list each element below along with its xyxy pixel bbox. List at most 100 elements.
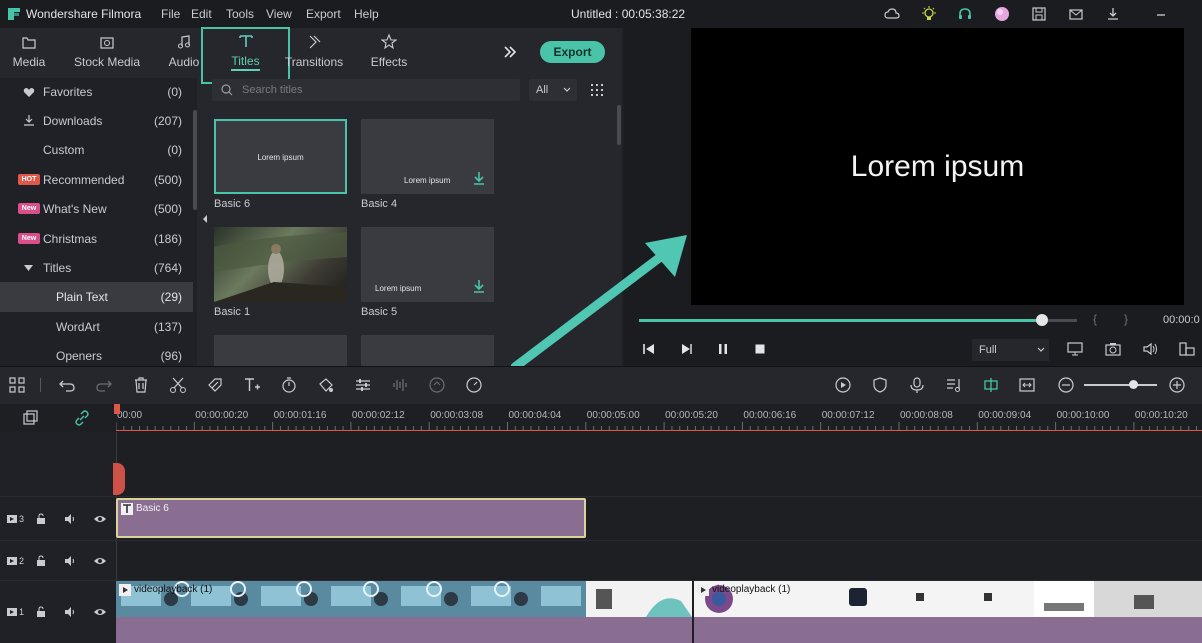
save-icon[interactable] xyxy=(1031,6,1047,22)
tag-icon[interactable] xyxy=(206,376,224,394)
double-chevron-right-icon[interactable] xyxy=(502,44,518,60)
speaker-icon[interactable] xyxy=(64,555,76,567)
audio-wave-icon[interactable] xyxy=(391,376,409,394)
sidebar-item-whats-new[interactable]: New What's New (500) xyxy=(0,195,193,223)
sidebar-item-christmas[interactable]: New Christmas (186) xyxy=(0,225,193,253)
add-track-icon[interactable] xyxy=(22,410,38,426)
speed-ramp-icon[interactable] xyxy=(465,376,483,394)
lightbulb-icon[interactable] xyxy=(921,6,937,22)
download-icon[interactable] xyxy=(1105,6,1121,22)
sidebar-scrollbar[interactable] xyxy=(193,110,197,210)
video-clip[interactable]: videoplayback (1) xyxy=(694,581,1202,643)
redo-icon[interactable] xyxy=(95,376,113,394)
headset-icon[interactable] xyxy=(957,6,973,22)
new-badge: New xyxy=(18,203,40,214)
minimize-icon[interactable] xyxy=(1153,6,1169,22)
scrubber-handle[interactable] xyxy=(1036,314,1048,326)
undo-icon[interactable] xyxy=(58,376,76,394)
sidebar-item-plain-text[interactable]: Plain Text (29) xyxy=(0,282,193,312)
mark-in-icon[interactable]: { xyxy=(1093,312,1097,326)
mail-icon[interactable] xyxy=(1068,6,1084,22)
title-thumbnail-basic-6[interactable]: Lorem ipsum xyxy=(214,119,347,194)
title-thumbnail-basic-4[interactable]: Lorem ipsum xyxy=(361,119,494,194)
title-thumbnail-partial[interactable] xyxy=(361,335,494,366)
lock-icon[interactable] xyxy=(36,555,46,567)
eye-icon[interactable] xyxy=(93,513,107,525)
mark-out-icon[interactable]: } xyxy=(1124,312,1128,326)
collapse-panel-icon[interactable] xyxy=(201,214,209,224)
shield-icon[interactable] xyxy=(871,376,889,394)
avatar[interactable] xyxy=(994,6,1010,22)
tab-audio[interactable]: Audio xyxy=(164,30,204,82)
playhead-marker[interactable] xyxy=(114,404,120,414)
camera-icon[interactable] xyxy=(1105,342,1121,356)
sidebar-item-favorites[interactable]: Favorites (0) xyxy=(0,78,193,106)
delete-icon[interactable] xyxy=(132,376,150,394)
sidebar-item-custom[interactable]: Custom (0) xyxy=(0,136,193,164)
export-button[interactable]: Export xyxy=(540,41,605,63)
green-screen-icon[interactable] xyxy=(428,376,446,394)
zoom-out-icon[interactable] xyxy=(1057,376,1075,394)
thumbnail-scrollbar[interactable] xyxy=(617,105,621,145)
title-thumbnail-basic-1[interactable] xyxy=(214,227,347,302)
eye-icon[interactable] xyxy=(93,606,107,618)
title-thumbnail-basic-5[interactable]: Lorem ipsum xyxy=(361,227,494,302)
menu-help[interactable]: Help xyxy=(354,7,379,21)
microphone-icon[interactable] xyxy=(908,376,926,394)
menu-view[interactable]: View xyxy=(266,7,292,21)
lock-icon[interactable] xyxy=(36,513,46,525)
tab-effects[interactable]: Effects xyxy=(366,30,412,82)
fullscreen-icon[interactable] xyxy=(1179,342,1195,356)
cloud-icon[interactable] xyxy=(884,6,900,22)
video-clip[interactable]: videoplayback (1) xyxy=(116,581,692,643)
zoom-dropdown[interactable]: Full xyxy=(972,339,1049,361)
display-icon[interactable] xyxy=(1067,342,1083,356)
sidebar-item-downloads[interactable]: Downloads (207) xyxy=(0,107,193,135)
speaker-icon[interactable] xyxy=(64,513,76,525)
scissors-icon[interactable] xyxy=(169,376,187,394)
timer-icon[interactable] xyxy=(280,376,298,394)
grid-view-icon[interactable] xyxy=(590,83,604,97)
menu-edit[interactable]: Edit xyxy=(191,7,212,21)
stop-icon[interactable] xyxy=(753,342,767,356)
layout-icon[interactable] xyxy=(8,376,26,394)
search-input[interactable] xyxy=(242,82,512,98)
video-clip-icon xyxy=(119,584,131,596)
color-icon[interactable] xyxy=(317,376,335,394)
volume-icon[interactable] xyxy=(1142,342,1158,356)
download-icon[interactable] xyxy=(473,171,485,185)
menu-export[interactable]: Export xyxy=(306,7,341,21)
playhead-handle[interactable] xyxy=(113,463,125,495)
clip-label: videoplayback (1) xyxy=(712,584,791,595)
tab-media[interactable]: Media xyxy=(6,30,52,82)
thumbnail-label: Basic 4 xyxy=(361,198,398,210)
sidebar-item-label: Custom xyxy=(43,143,85,157)
tab-stock-media[interactable]: Stock Media xyxy=(70,30,144,82)
zoom-slider[interactable] xyxy=(1084,384,1157,386)
fit-timeline-icon[interactable] xyxy=(1018,376,1036,394)
add-text-icon[interactable] xyxy=(243,376,261,394)
sidebar-item-wordart[interactable]: WordArt (137) xyxy=(0,313,193,341)
sidebar-item-titles[interactable]: Titles (764) xyxy=(0,254,193,282)
lock-icon[interactable] xyxy=(36,606,46,618)
title-clip[interactable]: Basic 6 xyxy=(116,498,586,538)
tab-titles[interactable]: Titles xyxy=(201,27,290,84)
link-icon[interactable] xyxy=(74,410,90,426)
menu-tools[interactable]: Tools xyxy=(226,7,254,21)
filter-dropdown[interactable]: All xyxy=(529,79,577,101)
tab-transitions[interactable]: Transitions xyxy=(284,30,344,82)
eye-icon[interactable] xyxy=(93,555,107,567)
download-icon[interactable] xyxy=(473,279,485,293)
title-thumbnail-partial[interactable] xyxy=(214,335,347,366)
zoom-in-icon[interactable] xyxy=(1168,376,1186,394)
sidebar-item-recommended[interactable]: HOT Recommended (500) xyxy=(0,166,193,194)
snap-icon[interactable] xyxy=(982,376,1000,394)
speaker-icon[interactable] xyxy=(64,606,76,618)
menu-file[interactable]: File xyxy=(161,7,180,21)
zoom-slider-handle[interactable] xyxy=(1129,380,1138,389)
adjust-icon[interactable] xyxy=(354,376,372,394)
search-box[interactable] xyxy=(212,79,520,101)
audio-mixer-icon[interactable] xyxy=(945,376,963,394)
render-icon[interactable] xyxy=(834,376,852,394)
pause-icon[interactable] xyxy=(716,342,730,356)
